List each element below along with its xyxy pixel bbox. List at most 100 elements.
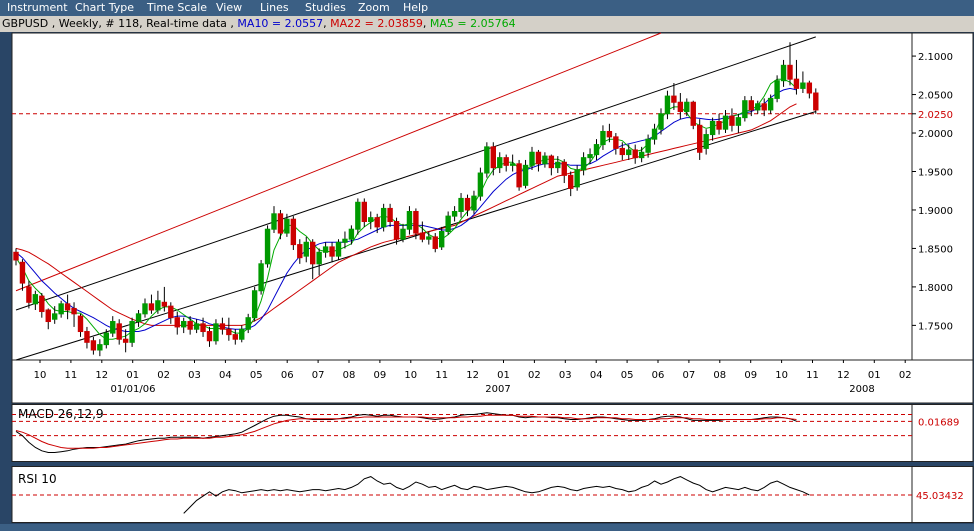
month-tick-label: 12 bbox=[837, 370, 850, 381]
candle-body bbox=[413, 211, 419, 234]
candle-body bbox=[258, 263, 264, 292]
month-tick-label: 05 bbox=[250, 370, 263, 381]
candle-body bbox=[148, 303, 155, 311]
ma10-readout: MA10 = 2.0557 bbox=[237, 17, 324, 30]
month-tick-label: 02 bbox=[157, 370, 170, 381]
menu-bar: Instrument Chart Type Time Scale View Li… bbox=[0, 0, 974, 16]
candle-body bbox=[761, 103, 767, 111]
price-tick-label: 2.0000 bbox=[918, 129, 953, 140]
price-chart-panel[interactable]: 2.1000 2.0500 2.0250 2.0000 1.9500 1.9000 1.85… bbox=[0, 32, 974, 404]
candle-body bbox=[77, 315, 84, 333]
macd-value-label: 0.01689 bbox=[918, 417, 959, 428]
candle-body bbox=[103, 332, 109, 346]
menu-chart-type[interactable]: Chart Type bbox=[75, 1, 134, 14]
time-axis-area bbox=[11, 359, 974, 404]
candle-body bbox=[593, 144, 600, 156]
candle-body bbox=[245, 317, 251, 330]
macd-axis-area bbox=[911, 404, 974, 462]
candle-body bbox=[142, 303, 148, 315]
menu-zoom[interactable]: Zoom bbox=[358, 1, 390, 14]
candle-body bbox=[464, 197, 471, 211]
candle-body bbox=[329, 246, 335, 257]
candle-body bbox=[613, 136, 619, 149]
candle-body bbox=[800, 82, 806, 89]
candle-body bbox=[690, 101, 696, 126]
candle-body bbox=[219, 323, 226, 330]
candle-body bbox=[445, 215, 451, 233]
candle-body bbox=[806, 82, 813, 94]
macd-panel[interactable]: MACD 26,12,9 0.01689 bbox=[0, 404, 974, 464]
rsi-label: RSI 10 bbox=[18, 472, 57, 486]
candle-body bbox=[426, 236, 432, 240]
candle-body bbox=[129, 321, 135, 343]
candle-body bbox=[361, 201, 368, 223]
candle-body bbox=[181, 321, 187, 328]
candle-body bbox=[722, 115, 729, 130]
candle-body bbox=[535, 151, 542, 165]
price-marker-label: 2.0250 bbox=[918, 110, 953, 121]
candle-body bbox=[664, 95, 671, 115]
candle-body bbox=[767, 97, 774, 111]
candle-body bbox=[84, 331, 90, 343]
candle-body bbox=[774, 80, 780, 99]
instrument-info-bar: GBPUSD , Weekly, # 118, Real-time data ,… bbox=[0, 16, 974, 32]
month-tick-label: 11 bbox=[435, 370, 448, 381]
candle-body bbox=[135, 313, 142, 323]
rsi-panel[interactable]: RSI 10 45.03432 bbox=[0, 466, 974, 524]
menu-studies[interactable]: Studies bbox=[305, 1, 346, 14]
candle-body bbox=[555, 161, 561, 169]
candle-body bbox=[374, 217, 380, 228]
price-tick-label: 2.1000 bbox=[918, 52, 953, 63]
candle-body bbox=[264, 228, 271, 265]
rsi-value-label: 45.03432 bbox=[916, 491, 964, 502]
candle-body bbox=[748, 100, 754, 111]
candle-body bbox=[90, 340, 97, 351]
menu-help[interactable]: Help bbox=[403, 1, 428, 14]
status-strip bbox=[0, 524, 974, 531]
candle-body bbox=[671, 95, 677, 103]
price-axis-area bbox=[911, 32, 974, 361]
year-label: 2008 bbox=[849, 384, 874, 395]
candle-body bbox=[516, 163, 522, 188]
candle-body bbox=[387, 207, 393, 223]
month-tick-label: 09 bbox=[374, 370, 387, 381]
menu-instrument[interactable]: Instrument bbox=[7, 1, 68, 14]
candle-body bbox=[13, 251, 19, 261]
candle-body bbox=[226, 328, 232, 336]
price-tick-label: 1.8000 bbox=[918, 283, 953, 294]
candle-body bbox=[503, 157, 509, 166]
month-tick-label: 06 bbox=[281, 370, 294, 381]
candle-body bbox=[587, 154, 593, 159]
candle-body bbox=[684, 101, 690, 112]
candle-body bbox=[400, 228, 406, 240]
macd-label: MACD 26,12,9 bbox=[18, 407, 104, 421]
candle-body bbox=[568, 174, 574, 189]
candle-body bbox=[813, 92, 819, 111]
symbol-label: GBPUSD bbox=[2, 17, 49, 30]
menu-lines[interactable]: Lines bbox=[260, 1, 289, 14]
candle-body bbox=[380, 207, 387, 228]
candle-body bbox=[580, 157, 587, 171]
candle-body bbox=[316, 251, 322, 265]
candle-body bbox=[729, 115, 735, 126]
month-tick-label: 09 bbox=[744, 370, 757, 381]
month-tick-label: 03 bbox=[559, 370, 572, 381]
month-tick-label: 12 bbox=[466, 370, 479, 381]
menu-view[interactable]: View bbox=[216, 1, 242, 14]
candle-body bbox=[206, 331, 213, 342]
candle-body bbox=[703, 134, 709, 149]
candle-body bbox=[458, 197, 464, 213]
candle-body bbox=[735, 117, 742, 126]
candle-body bbox=[497, 157, 503, 169]
candle-body bbox=[187, 321, 193, 330]
candle-body bbox=[658, 113, 664, 130]
candle-body bbox=[716, 120, 722, 130]
candle-body bbox=[755, 103, 761, 111]
menu-time-scale[interactable]: Time Scale bbox=[147, 1, 207, 14]
candle-body bbox=[709, 120, 716, 136]
candle-body bbox=[168, 305, 174, 319]
month-tick-label: 02 bbox=[899, 370, 912, 381]
candle-body bbox=[368, 217, 374, 223]
candle-body bbox=[64, 303, 71, 311]
month-tick-label: 10 bbox=[775, 370, 788, 381]
